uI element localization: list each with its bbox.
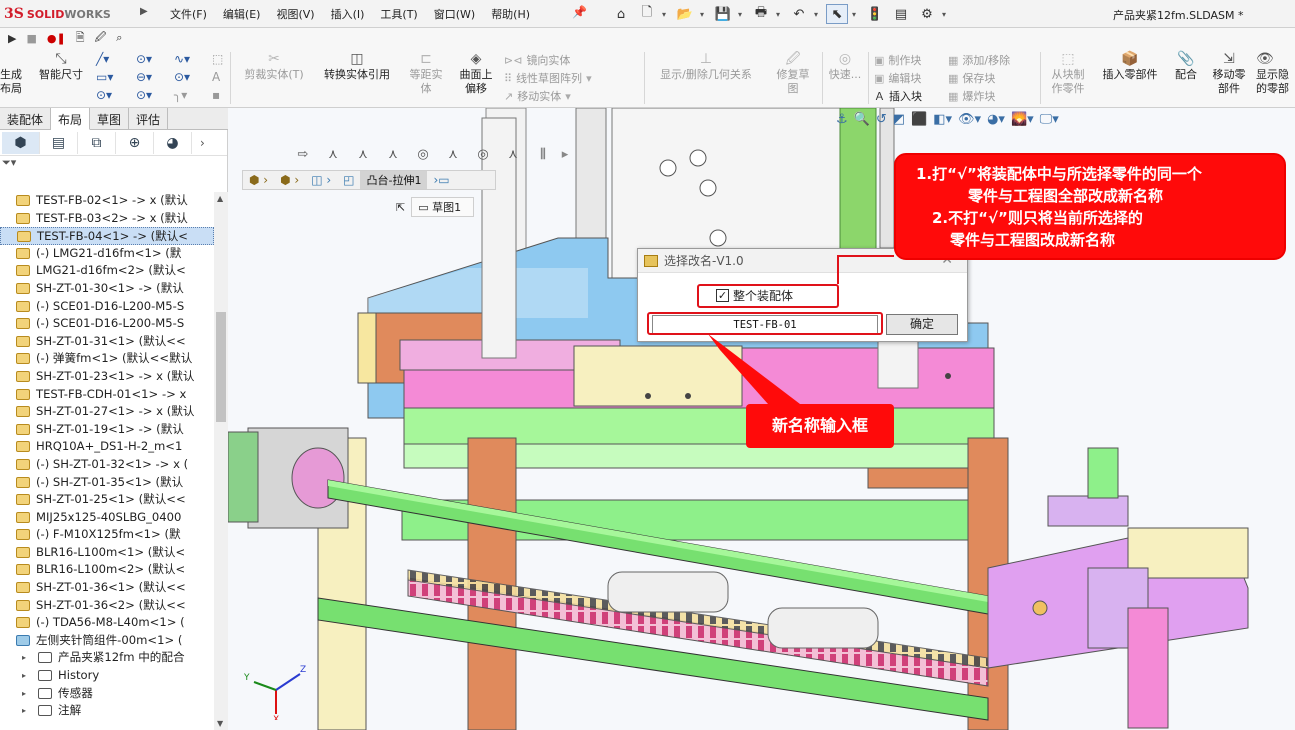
note-line-1: 1.打“√”将装配体中与所选择零件的同一个: [916, 165, 1202, 183]
note-line-4: 零件与工程图改成新名称: [950, 231, 1116, 249]
input-callout: 新名称输入框: [746, 404, 894, 448]
instruction-note: 1.打“√”将装配体中与所选择零件的同一个 零件与工程图全部改成新名称 2.不打…: [894, 153, 1286, 260]
note-line-2: 零件与工程图全部改成新名称: [968, 187, 1164, 205]
solidworks-window: 3S SOLIDWORKS ▶ 文件(F) 编辑(E) 视图(V) 插入(I) …: [0, 0, 1295, 730]
annotation-arrows: [708, 255, 894, 404]
note-line-3: 2.不打“√”则只将当前所选择的: [932, 209, 1143, 227]
